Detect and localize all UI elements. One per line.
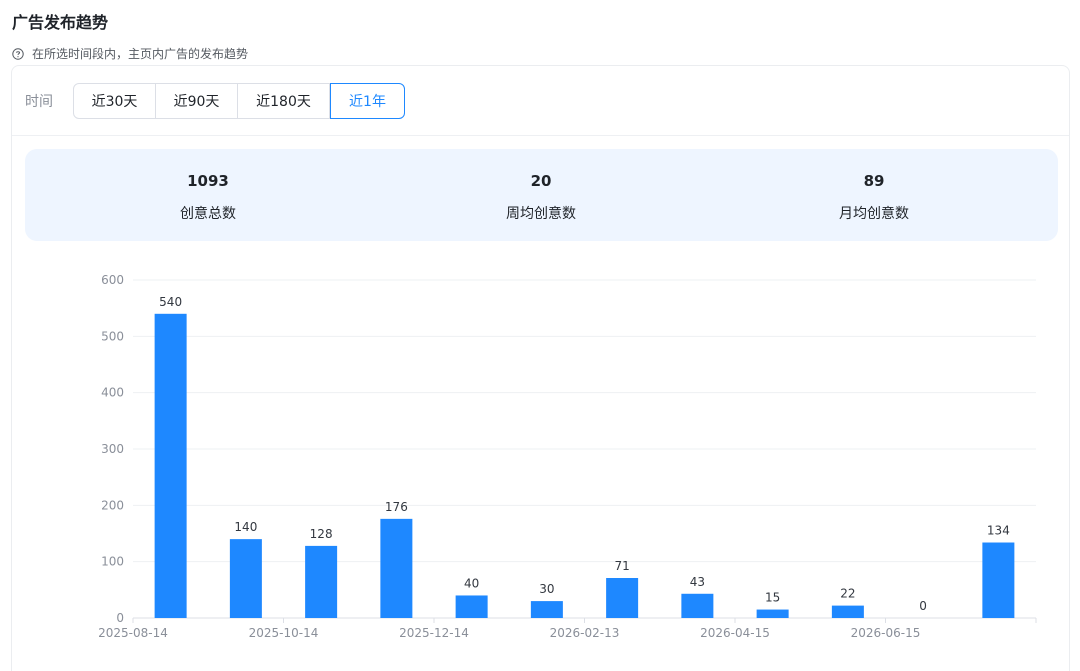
bar [229,539,262,618]
page: 广告发布趋势 在所选时间段内，主页内广告的发布趋势 时间 近30天 近90天 近… [0,0,1080,671]
y-tick-label: 100 [101,555,124,569]
bar-data-label: 43 [690,575,705,589]
bar-data-label: 540 [159,295,182,309]
y-tick-label: 500 [101,329,124,343]
bar-data-label: 71 [614,559,629,573]
bar [305,545,338,618]
x-tick-label: 2025-08-14 [98,626,168,640]
bar-data-label: 40 [464,576,479,590]
bar [455,595,488,618]
bar-data-label: 176 [385,500,408,514]
bar [756,609,789,618]
bar-data-label: 0 [919,599,927,613]
bar [530,601,563,618]
bar [831,605,864,618]
bar-data-label: 134 [987,524,1010,538]
bar [154,313,187,618]
bar-data-label: 15 [765,591,780,605]
x-tick-label: 2026-02-13 [550,626,620,640]
x-tick-label: 2025-10-14 [249,626,319,640]
bar [681,593,714,618]
bar [606,578,639,618]
bar [982,542,1015,618]
bar-data-label: 128 [310,527,333,541]
x-tick-label: 2026-06-15 [851,626,921,640]
y-tick-label: 300 [101,442,124,456]
y-tick-label: 200 [101,498,124,512]
y-tick-label: 0 [116,611,124,625]
bar-data-label: 22 [840,587,855,601]
bar-data-label: 140 [234,520,257,534]
y-tick-label: 600 [101,273,124,287]
x-tick-label: 2026-04-15 [700,626,770,640]
bar [380,518,413,618]
bar-data-label: 30 [539,582,554,596]
trend-bar-chart: 01002003004005006005402025-08-14140 12820… [98,273,1037,640]
x-tick-label: 2025-12-14 [399,626,469,640]
y-tick-label: 400 [101,386,124,400]
